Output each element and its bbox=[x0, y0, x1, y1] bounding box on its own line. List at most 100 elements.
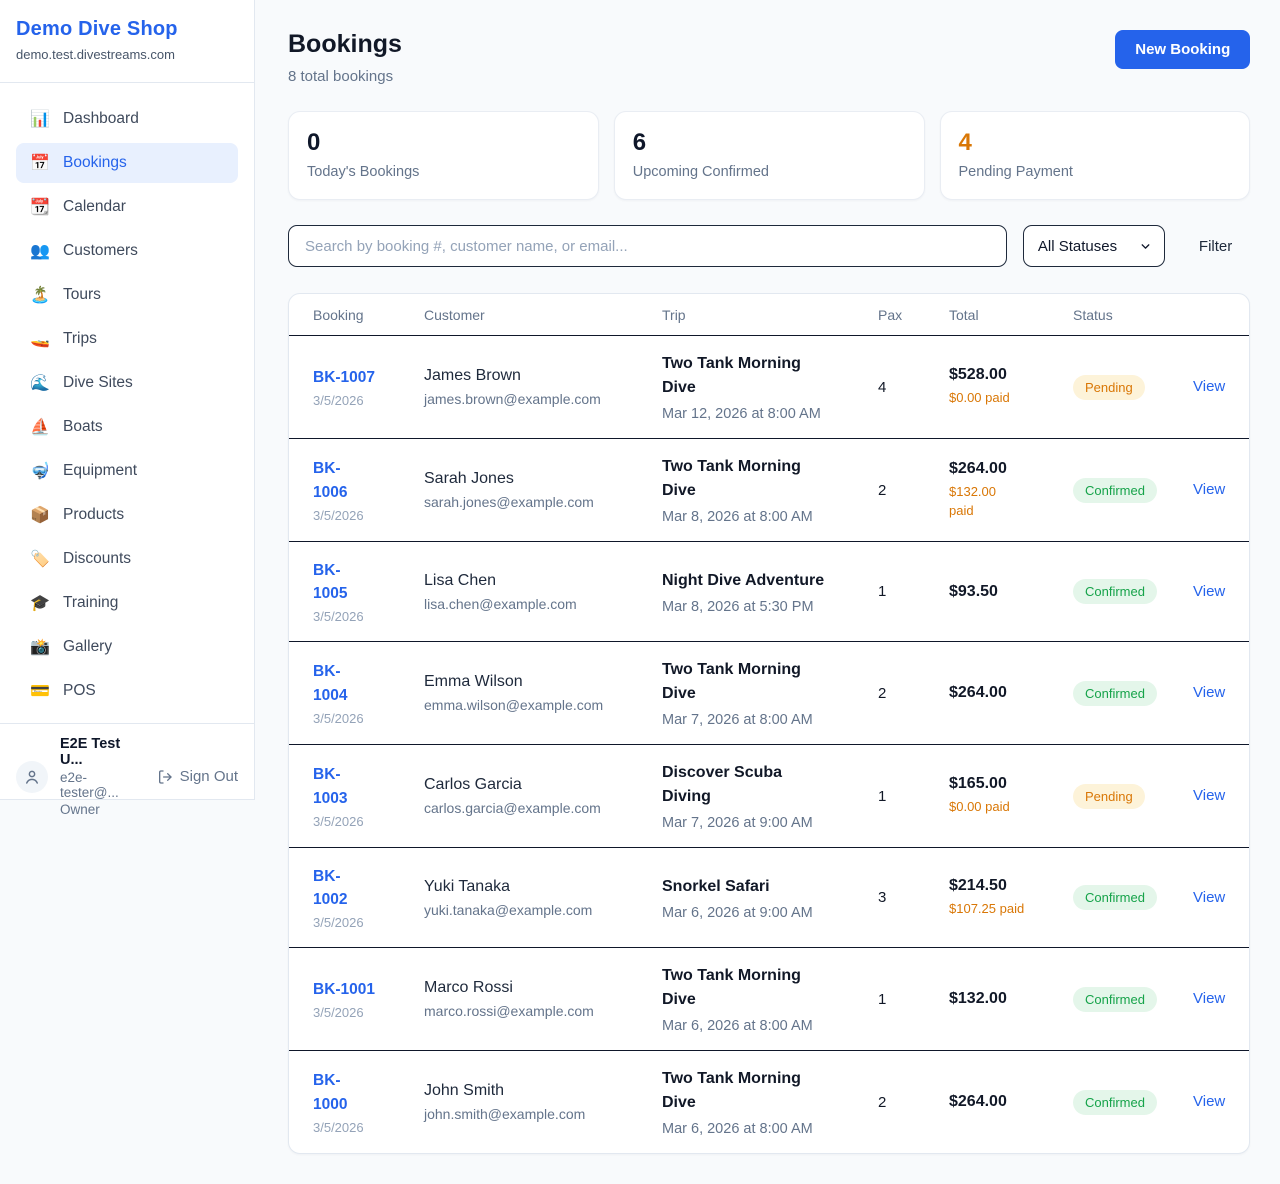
sidebar-item-boats[interactable]: ⛵ Boats bbox=[16, 407, 238, 447]
discounts-icon: 🏷️ bbox=[30, 549, 50, 569]
booking-id-link[interactable]: BK- 1002 bbox=[313, 865, 347, 912]
customer-email: yuki.tanaka@example.com bbox=[424, 902, 662, 918]
sidebar-item-label: Products bbox=[63, 506, 124, 524]
sidebar-item-gallery[interactable]: 📸 Gallery bbox=[16, 627, 238, 667]
booking-id-link[interactable]: BK- 1006 bbox=[313, 457, 347, 504]
filter-button[interactable]: Filter bbox=[1181, 230, 1250, 263]
main-content: Bookings 8 total bookings New Booking 0 … bbox=[255, 0, 1280, 1184]
customer-email: john.smith@example.com bbox=[424, 1106, 662, 1122]
col-header-trip: Trip bbox=[662, 307, 878, 323]
sidebar-item-label: Customers bbox=[63, 242, 138, 260]
total-amount: $264.00 bbox=[949, 460, 1073, 478]
table-row: BK- 1005 3/5/2026 Lisa Chen lisa.chen@ex… bbox=[289, 541, 1249, 641]
products-icon: 📦 bbox=[30, 505, 50, 525]
view-link[interactable]: View bbox=[1193, 378, 1225, 395]
status-badge: Confirmed bbox=[1073, 885, 1157, 910]
customer-name: Marco Rossi bbox=[424, 979, 662, 997]
sidebar-item-label: Training bbox=[63, 594, 118, 612]
booking-id-link[interactable]: BK- 1005 bbox=[313, 559, 347, 606]
booking-id-link[interactable]: BK- 1003 bbox=[313, 763, 347, 810]
view-link[interactable]: View bbox=[1193, 583, 1225, 600]
total-amount: $132.00 bbox=[949, 990, 1073, 1008]
sidebar-item-dive-sites[interactable]: 🌊 Dive Sites bbox=[16, 363, 238, 403]
user-icon bbox=[23, 768, 41, 786]
search-input[interactable] bbox=[288, 225, 1007, 267]
sidebar-item-training[interactable]: 🎓 Training bbox=[16, 583, 238, 623]
booking-date: 3/5/2026 bbox=[313, 814, 424, 829]
trip-time: Mar 6, 2026 at 8:00 AM bbox=[662, 1121, 878, 1137]
trip-name: Snorkel Safari bbox=[662, 875, 878, 899]
table-body: BK-1007 3/5/2026 James Brown james.brown… bbox=[289, 336, 1249, 1153]
sidebar-item-products[interactable]: 📦 Products bbox=[16, 495, 238, 535]
sidebar-item-label: Gallery bbox=[63, 638, 112, 656]
status-select[interactable]: All Statuses bbox=[1023, 225, 1165, 267]
trip-time: Mar 7, 2026 at 8:00 AM bbox=[662, 712, 878, 728]
shop-title: Demo Dive Shop bbox=[16, 18, 238, 41]
user-email: e2e-tester@... bbox=[60, 770, 145, 800]
sign-out-button[interactable]: Sign Out bbox=[157, 768, 238, 785]
pax-count: 1 bbox=[878, 583, 949, 600]
table-header-row: Booking Customer Trip Pax Total Status bbox=[289, 294, 1249, 336]
sidebar-item-pos[interactable]: 💳 POS bbox=[16, 671, 238, 711]
avatar bbox=[16, 761, 48, 793]
page-subtitle: 8 total bookings bbox=[288, 68, 402, 85]
status-badge: Confirmed bbox=[1073, 987, 1157, 1012]
booking-date: 3/5/2026 bbox=[313, 508, 424, 523]
sidebar-item-equipment[interactable]: 🤿 Equipment bbox=[16, 451, 238, 491]
stats-row: 0 Today's Bookings 6 Upcoming Confirmed … bbox=[288, 111, 1250, 200]
total-amount: $528.00 bbox=[949, 366, 1073, 384]
customer-name: Yuki Tanaka bbox=[424, 878, 662, 896]
table-row: BK-1007 3/5/2026 James Brown james.brown… bbox=[289, 336, 1249, 438]
sidebar-item-calendar[interactable]: 📆 Calendar bbox=[16, 187, 238, 227]
status-badge: Confirmed bbox=[1073, 478, 1157, 503]
pax-count: 4 bbox=[878, 379, 949, 396]
booking-id-link[interactable]: BK- 1000 bbox=[313, 1069, 347, 1116]
new-booking-button[interactable]: New Booking bbox=[1115, 30, 1250, 69]
sidebar-item-trips[interactable]: 🚤 Trips bbox=[16, 319, 238, 359]
view-link[interactable]: View bbox=[1193, 889, 1225, 906]
pos-icon: 💳 bbox=[30, 681, 50, 701]
sidebar-item-customers[interactable]: 👥 Customers bbox=[16, 231, 238, 271]
sidebar-item-tours[interactable]: 🏝️ Tours bbox=[16, 275, 238, 315]
trips-icon: 🚤 bbox=[30, 329, 50, 349]
booking-id-link[interactable]: BK-1007 bbox=[313, 366, 375, 389]
chevron-down-icon bbox=[1139, 240, 1152, 253]
sidebar-item-bookings[interactable]: 📅 Bookings bbox=[16, 143, 238, 183]
status-badge: Confirmed bbox=[1073, 579, 1157, 604]
stat-value: 4 bbox=[959, 129, 1232, 157]
sidebar-item-discounts[interactable]: 🏷️ Discounts bbox=[16, 539, 238, 579]
customer-email: marco.rossi@example.com bbox=[424, 1003, 662, 1019]
view-link[interactable]: View bbox=[1193, 684, 1225, 701]
customer-name: John Smith bbox=[424, 1082, 662, 1100]
tours-icon: 🏝️ bbox=[30, 285, 50, 305]
paid-amount: $132.00 paid bbox=[949, 483, 1073, 521]
sidebar-item-label: Calendar bbox=[63, 198, 126, 216]
status-badge: Confirmed bbox=[1073, 1090, 1157, 1115]
total-amount: $264.00 bbox=[949, 684, 1073, 702]
pax-count: 1 bbox=[878, 991, 949, 1008]
booking-id-link[interactable]: BK-1001 bbox=[313, 978, 375, 1001]
calendar-icon: 📆 bbox=[30, 197, 50, 217]
pax-count: 1 bbox=[878, 788, 949, 805]
table-row: BK-1001 3/5/2026 Marco Rossi marco.rossi… bbox=[289, 947, 1249, 1050]
booking-id-link[interactable]: BK- 1004 bbox=[313, 660, 347, 707]
view-link[interactable]: View bbox=[1193, 787, 1225, 804]
sidebar-header: Demo Dive Shop demo.test.divestreams.com bbox=[0, 0, 254, 83]
user-name: E2E Test U... bbox=[60, 736, 145, 768]
equipment-icon: 🤿 bbox=[30, 461, 50, 481]
trip-time: Mar 8, 2026 at 8:00 AM bbox=[662, 509, 878, 525]
customer-email: carlos.garcia@example.com bbox=[424, 800, 662, 816]
sidebar-item-label: Dive Sites bbox=[63, 374, 133, 392]
trip-name: Night Dive Adventure bbox=[662, 569, 878, 593]
table-row: BK- 1002 3/5/2026 Yuki Tanaka yuki.tanak… bbox=[289, 847, 1249, 947]
stat-value: 6 bbox=[633, 129, 906, 157]
view-link[interactable]: View bbox=[1193, 1093, 1225, 1110]
sidebar-item-dashboard[interactable]: 📊 Dashboard bbox=[16, 99, 238, 139]
view-link[interactable]: View bbox=[1193, 990, 1225, 1007]
sidebar-item-label: Tours bbox=[63, 286, 101, 304]
status-select-value: All Statuses bbox=[1038, 238, 1117, 255]
booking-date: 3/5/2026 bbox=[313, 393, 424, 408]
view-link[interactable]: View bbox=[1193, 481, 1225, 498]
stat-card: 4 Pending Payment bbox=[940, 111, 1251, 200]
total-amount: $264.00 bbox=[949, 1093, 1073, 1111]
